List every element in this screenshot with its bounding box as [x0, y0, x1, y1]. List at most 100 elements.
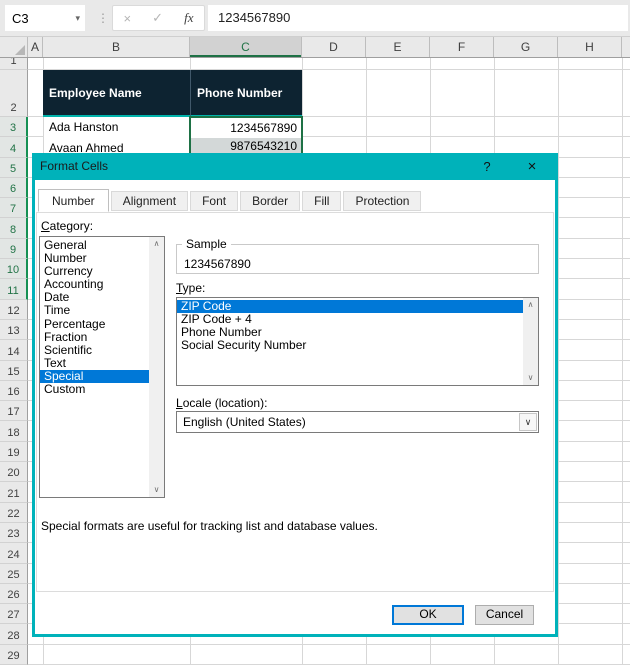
row-header-14[interactable]: 14 [0, 340, 28, 361]
selection-range: 1234567890 9876543210 [189, 116, 303, 158]
sample-label: Sample [182, 237, 231, 251]
row-header-column: 1 2 3 4 5 6 7 8 9 10 11 12 13 14 15 16 1… [0, 58, 28, 665]
column-header-h[interactable]: H [558, 37, 622, 57]
row-header-4[interactable]: 4 [0, 137, 28, 158]
formula-button-group: × ✓ fx [112, 5, 205, 31]
category-percentage[interactable]: Percentage [40, 317, 149, 331]
row-header-7[interactable]: 7 [0, 198, 28, 219]
table-header-phone-number[interactable]: Phone Number [190, 70, 302, 117]
cell-c3-active[interactable]: 1234567890 [191, 118, 301, 138]
row-header-19[interactable]: 19 [0, 441, 28, 463]
row-header-26[interactable]: 26 [0, 583, 28, 605]
sample-value: 1234567890 [184, 257, 251, 271]
column-header-c[interactable]: C [190, 37, 302, 57]
tab-number[interactable]: Number [38, 189, 109, 212]
cell-b3[interactable]: Ada Hanston [44, 117, 194, 138]
row-header-20[interactable]: 20 [0, 462, 28, 483]
tab-protection[interactable]: Protection [343, 191, 422, 211]
dialog-titlebar[interactable]: Format Cells ? × [32, 153, 558, 180]
dialog-body: Number Alignment Font Border Fill Protec… [35, 180, 555, 634]
tab-alignment[interactable]: Alignment [110, 191, 189, 211]
scroll-up-icon[interactable]: ∧ [528, 298, 534, 312]
select-all-button[interactable] [0, 37, 28, 57]
row-header-24[interactable]: 24 [0, 543, 28, 564]
scroll-down-icon[interactable]: ∨ [154, 483, 160, 497]
row-header-11[interactable]: 11 [0, 279, 28, 300]
format-cells-dialog: Format Cells ? × Number Alignment Font B… [32, 153, 558, 637]
row-header-5[interactable]: 5 [0, 157, 28, 178]
category-fraction[interactable]: Fraction [40, 330, 149, 344]
row-header-22[interactable]: 22 [0, 502, 28, 523]
help-button[interactable]: ? [472, 153, 502, 180]
cancel-button[interactable]: Cancel [475, 605, 534, 625]
row-header-18[interactable]: 18 [0, 421, 28, 442]
cancel-entry-icon[interactable]: × [124, 11, 132, 26]
column-header-g[interactable]: G [494, 37, 558, 57]
row-header-6[interactable]: 6 [0, 177, 28, 199]
row-header-15[interactable]: 15 [0, 360, 28, 381]
dialog-title: Format Cells [40, 159, 109, 173]
type-listbox[interactable]: ZIP Code ZIP Code + 4 Phone Number Socia… [176, 297, 539, 386]
tab-border[interactable]: Border [240, 191, 301, 211]
tab-fill[interactable]: Fill [302, 191, 342, 211]
row-header-9[interactable]: 9 [0, 238, 28, 260]
category-text[interactable]: Text [40, 356, 149, 370]
row-header-21[interactable]: 21 [0, 482, 28, 503]
locale-value: English (United States) [183, 415, 306, 429]
column-header-row: A B C D E F G H [0, 37, 630, 58]
table-header-employee-name[interactable]: Employee Name [43, 70, 190, 117]
scroll-up-icon[interactable]: ∧ [154, 237, 160, 251]
enter-entry-icon[interactable]: ✓ [152, 10, 163, 26]
ok-button[interactable]: OK [392, 605, 464, 625]
row-header-28[interactable]: 28 [0, 624, 28, 645]
locale-dropdown[interactable]: English (United States) ∨ [176, 411, 539, 433]
row-header-1[interactable]: 1 [0, 58, 28, 70]
category-label: Category: [41, 219, 94, 233]
close-icon[interactable]: × [517, 153, 547, 180]
special-format-description: Special formats are useful for tracking … [41, 519, 378, 533]
formula-input[interactable]: 1234567890 [208, 5, 628, 31]
column-header-filler [622, 37, 630, 57]
name-box-value: C3 [12, 10, 29, 26]
row-header-23[interactable]: 23 [0, 522, 28, 544]
formula-bar-separator-icon: ⋮ [97, 11, 109, 25]
category-listbox[interactable]: General Number Currency Accounting Date … [39, 236, 165, 498]
column-header-b[interactable]: B [43, 37, 190, 57]
chevron-down-icon[interactable]: ∨ [519, 413, 537, 431]
number-tab-page: Category: General Number Currency Accoun… [36, 212, 554, 592]
formula-bar: C3 ▾ ⋮ × ✓ fx 1234567890 [0, 0, 630, 37]
name-box-dropdown-icon[interactable]: ▾ [75, 13, 85, 24]
type-label: Type: [176, 281, 206, 295]
category-scientific[interactable]: Scientific [40, 343, 149, 357]
locale-label: Locale (location): [176, 396, 268, 410]
column-header-e[interactable]: E [366, 37, 430, 57]
category-custom[interactable]: Custom [40, 382, 149, 396]
tab-font[interactable]: Font [190, 191, 239, 211]
row-header-16[interactable]: 16 [0, 380, 28, 402]
column-header-f[interactable]: F [430, 37, 494, 57]
type-scrollbar[interactable]: ∧ ∨ [523, 298, 538, 385]
row-header-27[interactable]: 27 [0, 604, 28, 625]
row-header-25[interactable]: 25 [0, 563, 28, 584]
row-header-13[interactable]: 13 [0, 319, 28, 341]
scroll-down-icon[interactable]: ∨ [528, 371, 534, 385]
row-header-17[interactable]: 17 [0, 401, 28, 422]
name-box[interactable]: C3 ▾ [5, 5, 85, 31]
excel-window: C3 ▾ ⋮ × ✓ fx 1234567890 A B C D E F G H… [0, 0, 630, 665]
row-header-8[interactable]: 8 [0, 218, 28, 239]
select-all-icon [15, 45, 25, 55]
row-header-29[interactable]: 29 [0, 644, 28, 665]
type-social-security-number[interactable]: Social Security Number [177, 339, 523, 352]
category-items: General Number Currency Accounting Date … [40, 239, 149, 497]
column-header-a[interactable]: A [28, 37, 43, 57]
grid-row [28, 645, 630, 665]
row-header-12[interactable]: 12 [0, 299, 28, 320]
insert-function-icon[interactable]: fx [184, 10, 193, 26]
category-time[interactable]: Time [40, 304, 149, 317]
row-header-3[interactable]: 3 [0, 117, 28, 138]
row-header-2[interactable]: 2 [0, 70, 28, 117]
category-scrollbar[interactable]: ∧ ∨ [149, 237, 164, 497]
column-header-d[interactable]: D [302, 37, 366, 57]
grid-row [28, 58, 630, 70]
row-header-10[interactable]: 10 [0, 259, 28, 280]
